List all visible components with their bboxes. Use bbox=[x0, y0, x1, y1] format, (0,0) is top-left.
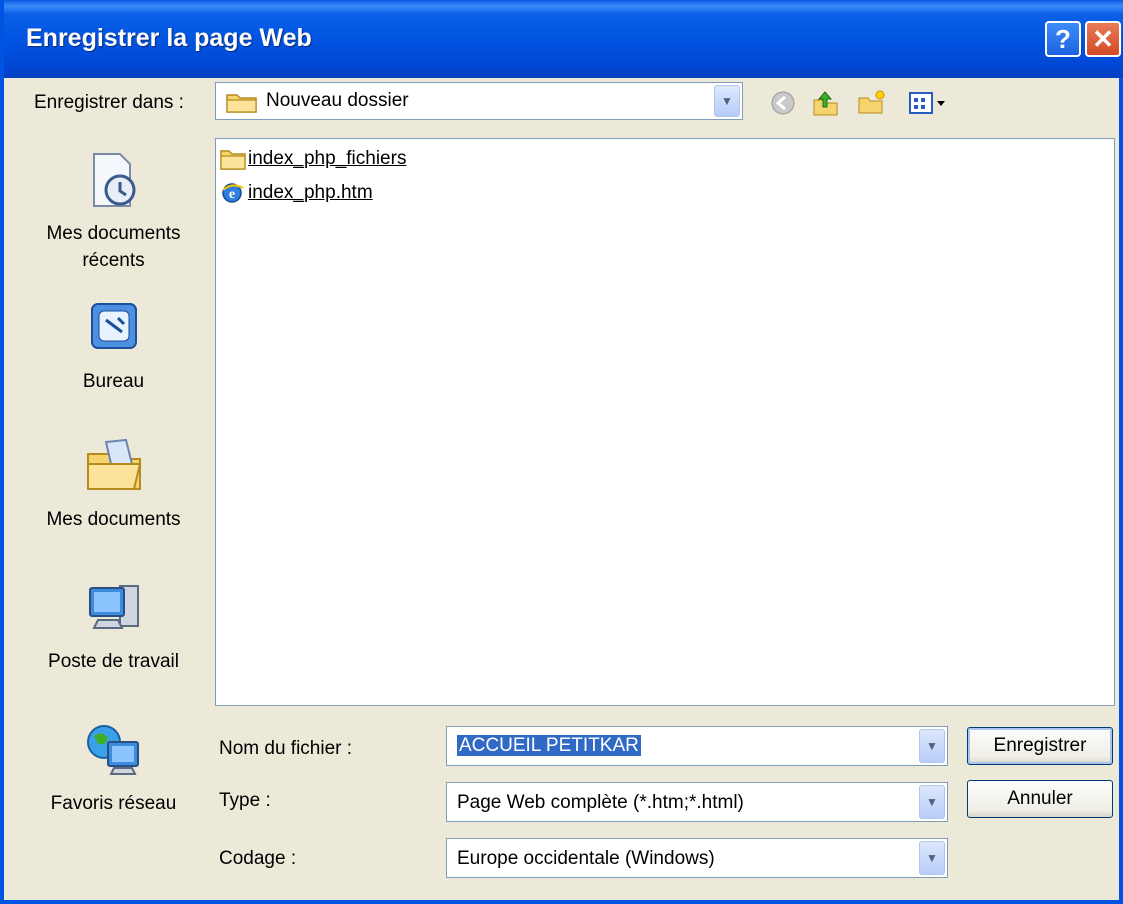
save-in-value: Nouveau dossier bbox=[266, 90, 409, 111]
up-folder-icon[interactable] bbox=[810, 88, 840, 118]
chevron-down-icon[interactable]: ▼ bbox=[714, 85, 740, 117]
encoding-value: Europe occidentale (Windows) bbox=[457, 848, 715, 869]
help-button[interactable]: ? bbox=[1045, 21, 1081, 57]
place-recent-documents[interactable]: Mes documents récents bbox=[26, 150, 201, 274]
list-item[interactable]: e index_php.htm bbox=[220, 179, 373, 207]
encoding-dropdown[interactable]: Europe occidentale (Windows) ▼ bbox=[446, 838, 948, 878]
place-network[interactable]: Favoris réseau bbox=[26, 720, 201, 817]
type-label: Type : bbox=[219, 790, 271, 811]
close-icon: ✕ bbox=[1092, 23, 1114, 54]
folder-icon bbox=[220, 150, 246, 170]
chevron-down-icon[interactable]: ▼ bbox=[919, 729, 945, 763]
save-in-dropdown[interactable]: Nouveau dossier ▼ bbox=[215, 82, 743, 120]
chevron-down-icon[interactable]: ▼ bbox=[919, 841, 945, 875]
dialog-title: Enregistrer la page Web bbox=[26, 24, 312, 52]
svg-text:e: e bbox=[229, 187, 235, 202]
file-list[interactable]: index_php_fichiers e index_php.htm bbox=[215, 138, 1115, 706]
type-dropdown[interactable]: Page Web complète (*.htm;*.html) ▼ bbox=[446, 782, 948, 822]
filename-label: Nom du fichier : bbox=[219, 738, 353, 759]
place-label: Favoris réseau bbox=[50, 793, 177, 814]
network-places-icon bbox=[86, 725, 139, 775]
recent-documents-icon bbox=[92, 153, 135, 207]
place-label: Bureau bbox=[82, 371, 145, 392]
save-button[interactable]: Enregistrer bbox=[967, 727, 1113, 765]
chevron-down-icon[interactable]: ▼ bbox=[919, 785, 945, 819]
view-menu-icon[interactable] bbox=[904, 88, 954, 118]
place-desktop[interactable]: Bureau bbox=[26, 298, 201, 395]
folder-icon bbox=[226, 94, 257, 113]
my-computer-icon bbox=[88, 585, 139, 629]
help-icon: ? bbox=[1055, 23, 1071, 54]
encoding-label: Codage : bbox=[219, 848, 297, 869]
place-my-documents[interactable]: Mes documents bbox=[26, 436, 201, 533]
list-item[interactable]: index_php_fichiers bbox=[220, 145, 406, 173]
cancel-button[interactable]: Annuler bbox=[967, 780, 1113, 818]
my-documents-icon bbox=[86, 438, 141, 490]
file-name: index_php_fichiers bbox=[248, 148, 407, 169]
places-bar: Mes documents récents Bureau Mes documen… bbox=[26, 138, 201, 820]
place-my-computer[interactable]: Poste de travail bbox=[26, 578, 201, 675]
close-button[interactable]: ✕ bbox=[1085, 21, 1121, 57]
place-label: Mes documents bbox=[46, 223, 181, 244]
save-web-page-dialog: Enregistrer la page Web ? ✕ Enregistrer … bbox=[0, 0, 1123, 904]
desktop-icon bbox=[90, 303, 137, 349]
place-label: Poste de travail bbox=[48, 651, 179, 672]
save-in-label: Enregistrer dans : bbox=[34, 92, 184, 113]
title-bar[interactable]: Enregistrer la page Web ? ✕ bbox=[4, 0, 1123, 78]
file-name: index_php.htm bbox=[248, 182, 373, 203]
type-value: Page Web complète (*.htm;*.html) bbox=[457, 792, 744, 813]
back-icon[interactable] bbox=[768, 88, 798, 118]
place-label: Mes documents bbox=[46, 509, 181, 530]
place-label: récents bbox=[82, 250, 145, 271]
filename-input[interactable]: ACCUEIL PETITKAR ▼ bbox=[446, 726, 948, 766]
new-folder-icon[interactable] bbox=[856, 88, 886, 118]
html-file-icon: e bbox=[222, 183, 244, 203]
filename-value: ACCUEIL PETITKAR bbox=[457, 735, 641, 756]
